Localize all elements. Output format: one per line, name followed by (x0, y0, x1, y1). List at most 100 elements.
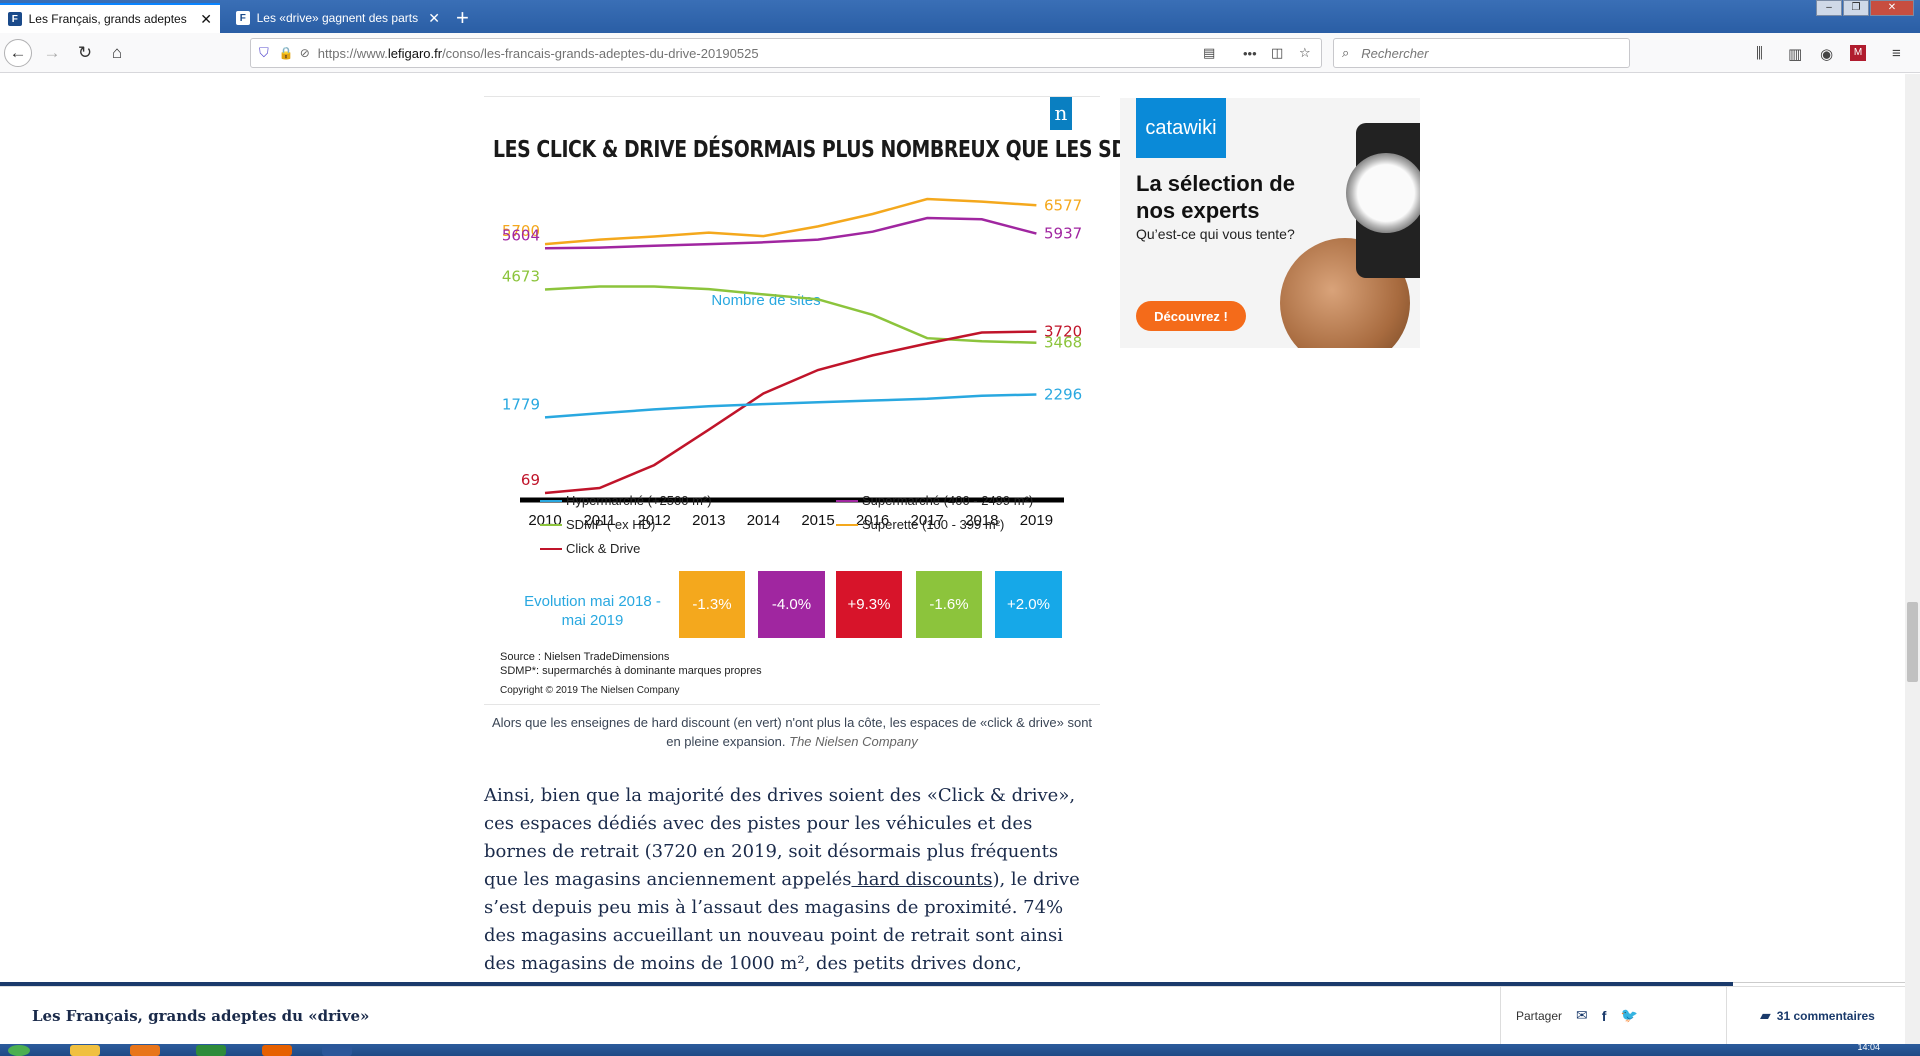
tab-title: Les «drive» gagnent des parts de marché (256, 11, 419, 25)
email-share-icon[interactable]: ✉ (1576, 1007, 1588, 1024)
caption-credit: The Nielsen Company (789, 734, 918, 749)
minimize-button[interactable]: – (1816, 0, 1842, 16)
library-icon[interactable]: ⫼ (1756, 45, 1763, 62)
legend-label: SDMP ( ex HD) (566, 517, 656, 532)
start-button[interactable] (8, 1045, 30, 1056)
catawiki-logo: catawiki (1136, 98, 1226, 158)
sticky-footer: Les Français, grands adeptes du «drive» … (0, 986, 1905, 1044)
figaro-favicon-icon: F (8, 12, 22, 26)
url-bar[interactable]: ⛉ 🔒 ⊘ https://www. lefigaro.fr/conso/les-… (250, 38, 1322, 68)
series-end-label: 6577 (1044, 196, 1082, 214)
twitter-share-icon[interactable]: 🐦 (1620, 1007, 1637, 1024)
series-start-label: 4673 (502, 268, 540, 286)
source-line: Source : Nielsen TradeDimensions (500, 651, 670, 663)
vertical-scrollbar[interactable] (1905, 74, 1920, 1044)
word-icon[interactable] (322, 1045, 352, 1056)
forward-button[interactable]: → (38, 39, 66, 67)
extension-icon[interactable]: M (1850, 45, 1866, 61)
facebook-share-icon[interactable]: f (1602, 1008, 1607, 1024)
tracking-shield-icon[interactable]: ⛉ (259, 45, 269, 61)
legend-item-sdmp: SDMP ( ex HD) (540, 517, 655, 532)
permissions-icon[interactable]: ⊘ (300, 46, 310, 60)
x-tick-label: 2015 (801, 512, 834, 529)
excel-icon[interactable] (196, 1045, 226, 1056)
figaro-favicon-icon: F (236, 11, 250, 25)
search-bar[interactable]: ⌕ Rechercher (1333, 38, 1630, 68)
legend-item-supermarche: Supermarché (400 - 2499 m²) (836, 493, 1033, 508)
tab-title: Les Français, grands adeptes du «drive» (28, 12, 191, 26)
evolution-sdmp: -1.6% (916, 571, 982, 638)
series-end-label: 2296 (1044, 386, 1082, 404)
explorer-icon[interactable] (70, 1045, 100, 1056)
legend-item-click-drive: Click & Drive (540, 541, 640, 556)
evolution-click-drive: +9.3% (836, 571, 902, 638)
tab-bar: F Les Français, grands adeptes du «drive… (0, 0, 1920, 33)
comment-icon: ▰ (1760, 1007, 1771, 1023)
evolution-label: Evolution mai 2018 - mai 2019 (524, 593, 661, 629)
legend-swatch (540, 523, 562, 526)
menu-icon[interactable]: ≡ (1892, 45, 1901, 62)
url-domain: lefigaro.fr (387, 45, 443, 61)
chart-copyright: Copyright © 2019 The Nielsen Company (500, 685, 680, 696)
home-button[interactable]: ⌂ (103, 39, 131, 67)
reading-progress-track (1733, 982, 1905, 983)
series-start-label: 1779 (502, 395, 540, 413)
series-start-label: 5604 (502, 226, 540, 244)
legend-swatch (540, 499, 562, 502)
divider (1726, 987, 1727, 1044)
series-line (544, 393, 1037, 419)
url-path: /conso/les-francais-grands-adeptes-du-dr… (442, 45, 759, 61)
restore-button[interactable]: ❐ (1843, 0, 1869, 16)
divider (1500, 987, 1501, 1044)
close-tab-icon[interactable]: ✕ (200, 11, 212, 28)
article-body: Ainsi, bien que la majorité des drives s… (484, 782, 1089, 1006)
comments-count: 31 commentaires (1776, 1008, 1875, 1023)
sidebar-icon[interactable]: ▥ (1788, 45, 1802, 63)
series-line (544, 197, 1037, 246)
legend-swatch (836, 523, 858, 526)
x-tick-label: 2013 (692, 512, 725, 529)
url-prefix: https://www. (317, 45, 388, 61)
figure-caption: Alors que les enseignes de hard discount… (484, 704, 1100, 751)
account-icon[interactable]: ◉ (1820, 45, 1833, 63)
share-bar: Partager ✉ f 🐦 (1516, 1007, 1638, 1024)
legend-label: Hypermarché (+2500 m²) (566, 493, 712, 508)
bookmark-star-icon[interactable]: ☆ (1299, 45, 1311, 61)
close-window-button[interactable]: ✕ (1870, 0, 1914, 16)
nielsen-logo: n (1050, 97, 1072, 130)
lock-icon[interactable]: 🔒 (279, 46, 294, 60)
close-tab-icon[interactable]: ✕ (428, 10, 440, 27)
tab-active[interactable]: F Les Français, grands adeptes du «drive… (0, 3, 220, 33)
series-end-label: 5937 (1044, 225, 1082, 243)
pocket-icon[interactable]: ◫ (1271, 45, 1283, 61)
chart-title: LES CLICK & DRIVE DÉSORMAIS PLUS NOMBREU… (493, 137, 1168, 163)
reload-button[interactable]: ↻ (71, 39, 99, 67)
search-placeholder: Rechercher (1361, 45, 1429, 61)
hard-discounts-link[interactable]: hard discounts (851, 869, 992, 890)
office-icon[interactable] (130, 1045, 160, 1056)
watch-image (1346, 153, 1420, 233)
ad-subtitle: Qu’est-ce qui vous tente? (1136, 226, 1295, 242)
legend-label: Click & Drive (566, 541, 641, 556)
page-actions-icon[interactable]: ••• (1243, 46, 1257, 61)
legend-item-hypermarche: Hypermarché (+2500 m²) (540, 493, 712, 508)
ad-cta-button[interactable]: Découvrez ! (1136, 301, 1246, 331)
new-tab-button[interactable]: + (456, 5, 469, 31)
scrollbar-thumb[interactable] (1907, 602, 1918, 682)
comments-link[interactable]: ▰ 31 commentaires (1760, 1007, 1875, 1024)
evolution-superette: -1.3% (679, 571, 745, 638)
back-button[interactable]: ← (4, 39, 32, 67)
series-start-label: 69 (521, 471, 540, 489)
reader-view-icon[interactable]: ▤ (1203, 45, 1215, 61)
advertisement[interactable]: catawiki La sélection de nos experts Qu’… (1120, 98, 1420, 348)
ad-headline: La sélection de nos experts (1136, 171, 1295, 223)
legend-label: Superette (100 - 399 m²) (862, 517, 1005, 532)
tab-inactive[interactable]: F Les «drive» gagnent des parts de march… (228, 3, 448, 33)
firefox-icon[interactable] (262, 1045, 292, 1056)
evolution-hypermarche: +2.0% (995, 571, 1062, 638)
legend-swatch (836, 499, 858, 502)
search-icon: ⌕ (1342, 45, 1350, 60)
x-tick-label: 2014 (747, 512, 780, 529)
series-line (544, 216, 1037, 250)
footer-article-title: Les Français, grands adeptes du «drive» (32, 1007, 370, 1025)
